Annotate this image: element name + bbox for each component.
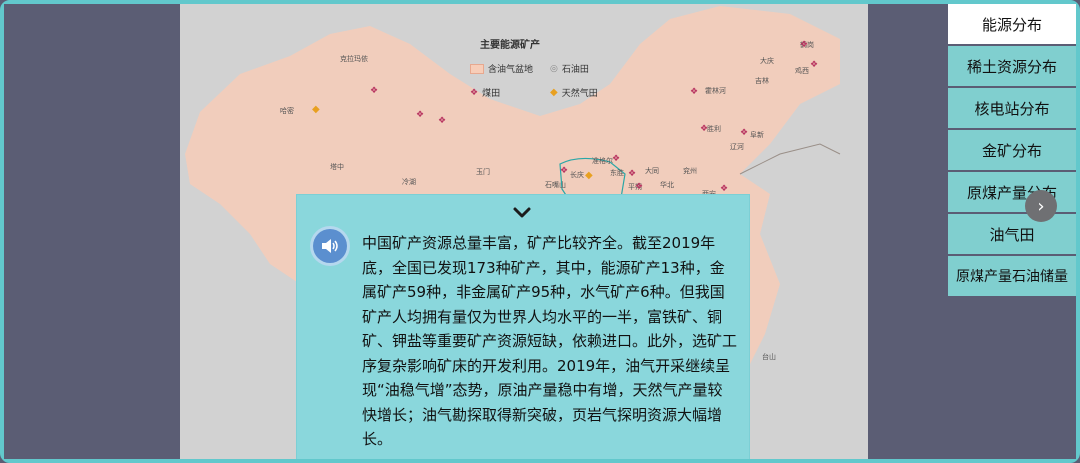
coal-marker: ❖ xyxy=(416,110,425,120)
coal-marker: ❖ xyxy=(370,86,379,96)
map-label: 霍林河 xyxy=(705,87,726,95)
speaker-icon xyxy=(322,239,338,253)
map-label: 克拉玛依 xyxy=(340,55,368,63)
audio-button[interactable] xyxy=(313,229,347,263)
coal-marker: ❖ xyxy=(700,124,709,134)
coal-icon: ❖ xyxy=(470,87,479,98)
coal-marker: ❖ xyxy=(740,128,749,138)
map-label: 东胜 xyxy=(610,169,624,177)
tab-nuclear-plants[interactable]: 核电站分布 xyxy=(948,88,1076,128)
map-label: 冷湖 xyxy=(402,178,416,186)
legend-title: 主要能源矿产 xyxy=(480,40,540,51)
map-label: 大庆 xyxy=(760,57,774,65)
legend-item-coal: ❖ 煤田 xyxy=(470,87,501,100)
coal-marker: ❖ xyxy=(438,116,447,126)
tab-energy-distribution[interactable]: 能源分布 xyxy=(948,4,1076,44)
app-stage: 主要能源矿产 含油气盆地 ◎ 石油田 ❖ 煤田 ◆ 天然气田 克拉玛依 哈密 塔中 冷… xyxy=(4,4,1076,459)
oil-basin-swatch xyxy=(470,63,484,74)
info-panel: 中国矿产资源总量丰富，矿产比较齐全。截至2019年底，全国已发现173种矿产，其… xyxy=(296,194,750,459)
gas-field-icon: ◆ xyxy=(550,87,558,98)
coal-marker: ❖ xyxy=(560,166,569,176)
legend-item-gas: ◆ 天然气田 xyxy=(550,87,598,99)
coal-marker: ❖ xyxy=(612,154,621,164)
map-label: 玉门 xyxy=(476,168,490,176)
info-text: 中国矿产资源总量丰富，矿产比较齐全。截至2019年底，全国已发现173种矿产，其… xyxy=(362,234,738,448)
legend-item-oil-basin: 含油气盆地 xyxy=(470,62,533,75)
map-label: 辽河 xyxy=(730,143,744,151)
map-label: 兖州 xyxy=(683,167,697,175)
next-button[interactable]: › xyxy=(1025,190,1057,222)
map-label: 阜新 xyxy=(750,131,764,139)
map-label: 吉林 xyxy=(755,77,769,85)
map-label: 华北 xyxy=(660,181,674,189)
coal-marker: ❖ xyxy=(690,87,699,97)
coal-marker: ❖ xyxy=(810,60,819,70)
map-label: 准格尔 xyxy=(592,157,613,165)
map-label: 塔中 xyxy=(330,163,344,171)
collapse-button[interactable] xyxy=(510,203,534,223)
tab-rare-earth[interactable]: 稀土资源分布 xyxy=(948,46,1076,86)
map-label: 长庆 xyxy=(570,171,584,179)
map-label: 鸡西 xyxy=(795,67,809,75)
map-label: 台山 xyxy=(762,353,776,361)
map-label: 哈密 xyxy=(280,107,294,115)
oil-field-icon: ◎ xyxy=(550,63,558,74)
gas-field-marker: ◆ xyxy=(312,104,320,115)
category-tabs: 能源分布 稀土资源分布 核电站分布 金矿分布 原煤产量分布 油气田 原煤产量石油… xyxy=(948,4,1076,298)
chevron-down-icon xyxy=(513,207,531,218)
coal-marker: ❖ xyxy=(800,40,809,50)
gas-field-marker: ◆ xyxy=(585,170,593,181)
map-label: 石嘴山 xyxy=(545,181,566,189)
coal-marker: ❖ xyxy=(635,182,644,192)
legend-item-oil-field: ◎ 石油田 xyxy=(550,63,589,76)
tab-oil-gas-fields[interactable]: 油气田 xyxy=(948,214,1076,254)
coal-marker: ❖ xyxy=(628,169,637,179)
coal-marker: ❖ xyxy=(720,184,729,194)
chevron-right-icon: › xyxy=(1037,195,1045,217)
tab-gold-mines[interactable]: 金矿分布 xyxy=(948,130,1076,170)
map-label: 大同 xyxy=(645,167,659,175)
map-label: 胜利 xyxy=(707,125,721,133)
map-legend: 主要能源矿产 含油气盆地 ◎ 石油田 ❖ 煤田 ◆ 天然气田 xyxy=(470,34,630,104)
tab-coal-oil-reserves[interactable]: 原煤产量石油储量 xyxy=(948,256,1076,296)
